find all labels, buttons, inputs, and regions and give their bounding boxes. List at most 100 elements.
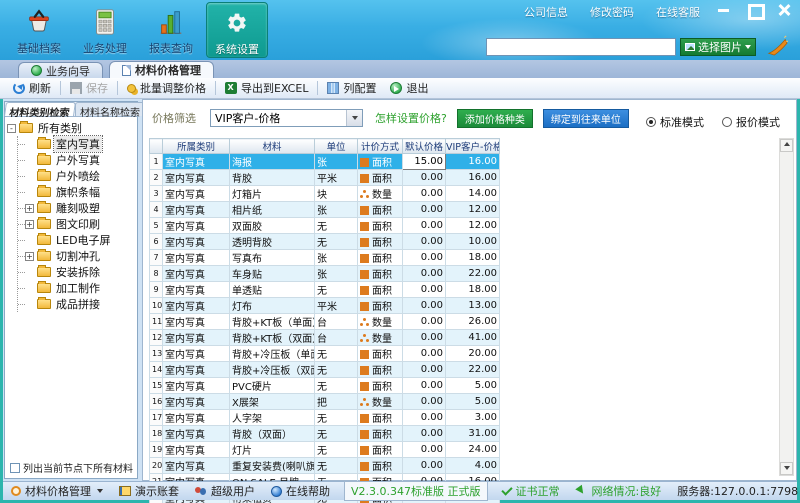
cell-vip-price[interactable]: 4.00 [446,458,500,474]
tree-item[interactable]: LED电子屏 [18,232,135,248]
table-row[interactable]: 11 室内写真 背胶+KT板（单面） 台 数量 0.00 26.00 [150,314,500,330]
current-user[interactable]: 超级用户 [187,483,263,499]
nav-button[interactable]: 基础档案 [8,2,70,58]
price-type-dropdown[interactable]: VIP客户-价格 [210,109,363,127]
chevron-down-icon[interactable] [346,110,362,126]
cell-vip-price[interactable]: 18.00 [446,282,500,298]
table-row[interactable]: 4 室内写真 相片纸 张 面积 0.00 12.00 [150,202,500,218]
checkbox-icon[interactable] [10,463,20,473]
cell-vip-price[interactable]: 13.00 [446,298,500,314]
standard-mode-radio[interactable]: 标准模式 [646,114,704,130]
toolbar-button[interactable]: 刷新 [6,79,58,97]
document-tab[interactable]: 材料价格管理 [109,61,214,78]
header-method[interactable]: 计价方式 [358,139,403,154]
table-row[interactable]: 7 室内写真 写真布 张 面积 0.00 18.00 [150,250,500,266]
cell-vip-price[interactable]: 12.00 [446,218,500,234]
cell-default-price[interactable]: 0.00 [403,410,446,426]
table-row[interactable]: 12 室内写真 背胶+KT板（双面） 台 数量 0.00 41.00 [150,330,500,346]
cell-vip-price[interactable]: 12.00 [446,202,500,218]
toolbar-button[interactable]: 列配置 [320,79,383,97]
table-row[interactable]: 6 室内写真 透明背胶 无 面积 0.00 10.00 [150,234,500,250]
header-default-price[interactable]: 默认价格 [403,139,446,154]
collapse-icon[interactable] [7,124,16,133]
tree-item[interactable]: 户外喷绘 [18,168,135,184]
cell-vip-price[interactable]: 22.00 [446,362,500,378]
select-image-button[interactable]: 选择图片 [680,38,756,56]
cell-default-price[interactable]: 0.00 [403,394,446,410]
cell-default-price[interactable]: 0.00 [403,378,446,394]
tree-item[interactable]: 安装拆除 [18,264,135,280]
cell-default-price[interactable]: 0.00 [403,250,446,266]
table-row[interactable]: 2 室内写真 背胶 平米 面积 0.00 16.00 [150,170,500,186]
tree-item[interactable]: 图文印刷 [18,216,135,232]
horn-icon[interactable] [766,34,788,59]
toolbar-button[interactable]: 批量调整价格 [120,79,213,97]
cell-vip-price[interactable]: 16.00 [446,170,500,186]
table-row[interactable]: 18 室内写真 背胶（双面） 无 面积 0.00 31.00 [150,426,500,442]
table-row[interactable]: 15 室内写真 PVC硬片 无 面积 0.00 5.00 [150,378,500,394]
header-material[interactable]: 材料 [230,139,315,154]
cell-default-price[interactable]: 0.00 [403,266,446,282]
cell-default-price[interactable]: 0.00 [403,458,446,474]
cell-vip-price[interactable]: 5.00 [446,394,500,410]
cell-default-price[interactable]: 0.00 [403,330,446,346]
cell-default-price[interactable]: 0.00 [403,218,446,234]
table-row[interactable]: 19 室内写真 灯片 无 面积 0.00 24.00 [150,442,500,458]
cell-vip-price[interactable]: 10.00 [446,234,500,250]
toolbar-button[interactable]: 保存 [63,79,115,97]
cell-vip-price[interactable]: 22.00 [446,266,500,282]
maximize-icon[interactable] [746,3,762,17]
cell-vip-price[interactable]: 20.00 [446,346,500,362]
table-row[interactable]: 14 室内写真 背胶+冷压板（双面） 无 面积 0.00 22.00 [150,362,500,378]
close-icon[interactable] [776,3,792,17]
cell-default-price[interactable]: 15.00 [403,154,446,170]
cell-default-price[interactable]: 0.00 [403,362,446,378]
expand-icon[interactable] [25,252,34,261]
tree-item[interactable]: 加工制作 [18,280,135,296]
tree-item[interactable]: 成品拼接 [18,296,135,312]
bind-to-customer-button[interactable]: 绑定到往来单位 [543,109,629,128]
scroll-down-icon[interactable] [780,462,793,475]
table-row[interactable]: 8 室内写真 车身贴 张 面积 0.00 22.00 [150,266,500,282]
cell-default-price[interactable]: 0.00 [403,442,446,458]
cell-vip-price[interactable]: 24.00 [446,442,500,458]
cell-vip-price[interactable]: 31.00 [446,426,500,442]
account-set[interactable]: 演示账套 [111,483,187,499]
tree-item[interactable]: 旗帜条幅 [18,184,135,200]
cell-default-price[interactable]: 0.00 [403,170,446,186]
table-row[interactable]: 13 室内写真 背胶+冷压板（单面） 无 面积 0.00 20.00 [150,346,500,362]
cell-default-price[interactable]: 0.00 [403,298,446,314]
expand-icon[interactable] [25,204,34,213]
online-service-link[interactable]: 在线客服 [656,4,700,20]
document-tab[interactable]: 业务向导 [18,62,103,78]
company-info-link[interactable]: 公司信息 [524,4,568,20]
change-password-link[interactable]: 修改密码 [590,4,634,20]
tree-item[interactable]: 室内写真 [18,136,135,152]
table-row[interactable]: 9 室内写真 单透贴 无 面积 0.00 18.00 [150,282,500,298]
table-row[interactable]: 16 室内写真 X展架 把 数量 0.00 5.00 [150,394,500,410]
cell-vip-price[interactable]: 5.00 [446,378,500,394]
header-vip-price[interactable]: VIP客户-价格 [446,139,500,154]
nav-button[interactable]: 业务处理 [74,2,136,58]
table-row[interactable]: 10 室内写真 灯布 平米 面积 0.00 13.00 [150,298,500,314]
toolbar-button[interactable]: 退出 [383,79,435,97]
minimize-icon[interactable] [716,3,732,17]
cell-vip-price[interactable]: 41.00 [446,330,500,346]
cell-default-price[interactable]: 0.00 [403,282,446,298]
cell-default-price[interactable]: 0.00 [403,314,446,330]
table-row[interactable]: 20 室内写真 重复安装费(喇叭旗/门) 无 面积 0.00 4.00 [150,458,500,474]
scroll-up-icon[interactable] [780,139,793,152]
header-category[interactable]: 所属类别 [163,139,230,154]
search-tab[interactable]: 材料类别检索 [4,102,76,116]
list-all-materials-checkbox[interactable]: 列出当前节点下所有材料 [6,460,133,475]
search-tab[interactable]: 材料名称检索 [75,102,145,116]
quote-mode-radio[interactable]: 报价模式 [722,114,780,130]
table-scrollbar[interactable] [779,138,794,476]
tree-root-item[interactable]: 所有类别 [7,120,135,136]
cell-default-price[interactable]: 0.00 [403,426,446,442]
cell-vip-price[interactable]: 14.00 [446,186,500,202]
how-to-set-price-link[interactable]: 怎样设置价格? [375,110,447,126]
cell-default-price[interactable]: 0.00 [403,346,446,362]
cell-default-price[interactable]: 0.00 [403,234,446,250]
cell-vip-price[interactable]: 18.00 [446,250,500,266]
